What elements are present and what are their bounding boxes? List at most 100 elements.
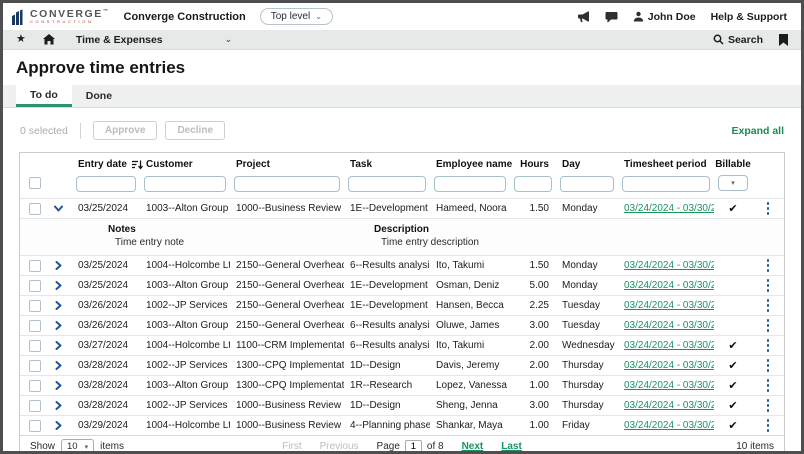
home-icon[interactable]	[43, 34, 55, 45]
filter-project[interactable]	[234, 176, 340, 192]
entity-selector[interactable]: Top level ⌄	[260, 8, 333, 25]
timesheet-period-link[interactable]: 03/24/2024 - 03/30/2024	[624, 203, 714, 214]
row-expander-chevron-icon[interactable]	[54, 281, 63, 290]
company-name: Converge Construction	[124, 11, 246, 23]
row-actions-kebab-icon[interactable]	[764, 336, 773, 355]
row-expander-chevron-icon[interactable]	[54, 401, 63, 410]
filter-customer[interactable]	[144, 176, 226, 192]
timesheet-period-link[interactable]: 03/24/2024 - 03/30/2024	[624, 400, 714, 411]
row-checkbox[interactable]	[29, 203, 41, 215]
favorites-star-icon[interactable]: ★	[16, 34, 26, 45]
row-checkbox[interactable]	[29, 320, 41, 332]
col-timesheet-period[interactable]: Timesheet period	[618, 159, 714, 170]
row-actions-kebab-icon[interactable]	[764, 296, 773, 315]
cell-employee-name: Ito, Takumi	[430, 340, 510, 351]
cell-project: 1000--Business Review	[230, 400, 344, 411]
bookmark-icon[interactable]	[779, 34, 788, 46]
col-day[interactable]: Day	[556, 159, 618, 170]
timesheet-period-link[interactable]: 03/24/2024 - 03/30/2024	[624, 360, 714, 371]
tab-strip: To do Done	[3, 85, 801, 108]
previous-page-link[interactable]: Previous	[320, 441, 359, 452]
row-checkbox[interactable]	[29, 380, 41, 392]
row-expander-chevron-icon[interactable]	[54, 204, 63, 213]
announcements-icon[interactable]	[577, 11, 590, 23]
filter-employee-name[interactable]	[434, 176, 506, 192]
filter-hours[interactable]	[514, 176, 552, 192]
row-actions-kebab-icon[interactable]	[764, 376, 773, 395]
col-employee-name[interactable]: Employee name	[430, 159, 510, 170]
cell-hours: 1.00	[510, 420, 556, 431]
cell-employee-name: Osman, Deniz	[430, 280, 510, 291]
row-actions-kebab-icon[interactable]	[764, 416, 773, 435]
first-page-link[interactable]: First	[282, 441, 301, 452]
user-name: John Doe	[648, 11, 696, 23]
cell-customer: 1003--Alton Group	[140, 203, 230, 214]
table-filter-row: ▾	[20, 170, 784, 198]
row-checkbox[interactable]	[29, 260, 41, 272]
filter-timesheet-period[interactable]	[622, 176, 710, 192]
row-checkbox[interactable]	[29, 280, 41, 292]
next-page-link[interactable]: Next	[462, 441, 484, 452]
row-checkbox[interactable]	[29, 420, 41, 432]
row-actions-kebab-icon[interactable]	[764, 276, 773, 295]
row-expander-chevron-icon[interactable]	[54, 301, 63, 310]
filter-day[interactable]	[560, 176, 614, 192]
logo-wordmark: CONVERGE™ CONSTRUCTION	[30, 9, 110, 25]
brand-logo[interactable]: CONVERGE™ CONSTRUCTION	[11, 9, 110, 25]
search-button[interactable]: Search	[713, 34, 763, 46]
col-task[interactable]: Task	[344, 159, 430, 170]
timesheet-period-link[interactable]: 03/24/2024 - 03/30/2024	[624, 420, 714, 431]
col-project[interactable]: Project	[230, 159, 344, 170]
row-expander-chevron-icon[interactable]	[54, 381, 63, 390]
row-expander-chevron-icon[interactable]	[54, 261, 63, 270]
filter-entry-date[interactable]	[76, 176, 136, 192]
timesheet-period-link[interactable]: 03/24/2024 - 03/30/2024	[624, 280, 714, 291]
row-checkbox[interactable]	[29, 340, 41, 352]
row-expander-chevron-icon[interactable]	[54, 421, 63, 430]
col-hours[interactable]: Hours	[510, 159, 556, 170]
col-entry-date[interactable]: Entry date	[72, 159, 140, 170]
col-customer[interactable]: Customer	[140, 159, 230, 170]
cell-customer: 1002--JP Services	[140, 360, 230, 371]
timesheet-period-link[interactable]: 03/24/2024 - 03/30/2024	[624, 340, 714, 351]
timesheet-period-link[interactable]: 03/24/2024 - 03/30/2024	[624, 380, 714, 391]
timesheet-period-link[interactable]: 03/24/2024 - 03/30/2024	[624, 320, 714, 331]
nav-bar: ★ Time & Expenses ⌄ Search	[3, 30, 801, 50]
decline-button[interactable]: Decline	[165, 121, 225, 140]
chat-icon[interactable]	[605, 11, 618, 23]
nav-menu-time-expenses[interactable]: Time & Expenses	[76, 34, 163, 46]
row-actions-kebab-icon[interactable]	[764, 256, 773, 275]
menu-chevron-down-icon[interactable]: ⌄	[225, 34, 233, 45]
row-checkbox[interactable]	[29, 400, 41, 412]
timesheet-period-link[interactable]: 03/24/2024 - 03/30/2024	[624, 300, 714, 311]
last-page-link[interactable]: Last	[501, 441, 522, 452]
filter-task[interactable]	[348, 176, 426, 192]
row-actions-kebab-icon[interactable]	[764, 356, 773, 375]
tab-done[interactable]: Done	[72, 85, 126, 107]
description-value: Time entry description	[374, 237, 784, 248]
col-billable[interactable]: Billable	[714, 159, 752, 170]
user-menu[interactable]: John Doe	[633, 11, 696, 23]
page-size-select[interactable]: 10 ▾	[61, 439, 94, 454]
row-checkbox[interactable]	[29, 300, 41, 312]
cell-entry-date: 03/27/2024	[72, 340, 140, 351]
row-actions-kebab-icon[interactable]	[764, 396, 773, 415]
tab-to-do[interactable]: To do	[16, 85, 72, 107]
expand-all-link[interactable]: Expand all	[731, 125, 784, 137]
row-actions-kebab-icon[interactable]	[764, 199, 773, 218]
row-expander-chevron-icon[interactable]	[54, 361, 63, 370]
row-actions-kebab-icon[interactable]	[764, 316, 773, 335]
page-number-input[interactable]	[405, 440, 422, 454]
page-label: Page	[377, 441, 400, 452]
cell-day: Wednesday	[556, 340, 618, 351]
row-expander-chevron-icon[interactable]	[54, 341, 63, 350]
select-all-checkbox[interactable]	[29, 177, 41, 189]
row-expander-chevron-icon[interactable]	[54, 321, 63, 330]
approve-button[interactable]: Approve	[93, 121, 158, 140]
filter-billable-select[interactable]: ▾	[718, 175, 748, 191]
row-checkbox[interactable]	[29, 360, 41, 372]
row-detail-panel: Notes Time entry note Description Time e…	[20, 218, 784, 255]
cell-hours: 1.50	[510, 203, 556, 214]
timesheet-period-link[interactable]: 03/24/2024 - 03/30/2024	[624, 260, 714, 271]
help-support-link[interactable]: Help & Support	[711, 11, 787, 23]
